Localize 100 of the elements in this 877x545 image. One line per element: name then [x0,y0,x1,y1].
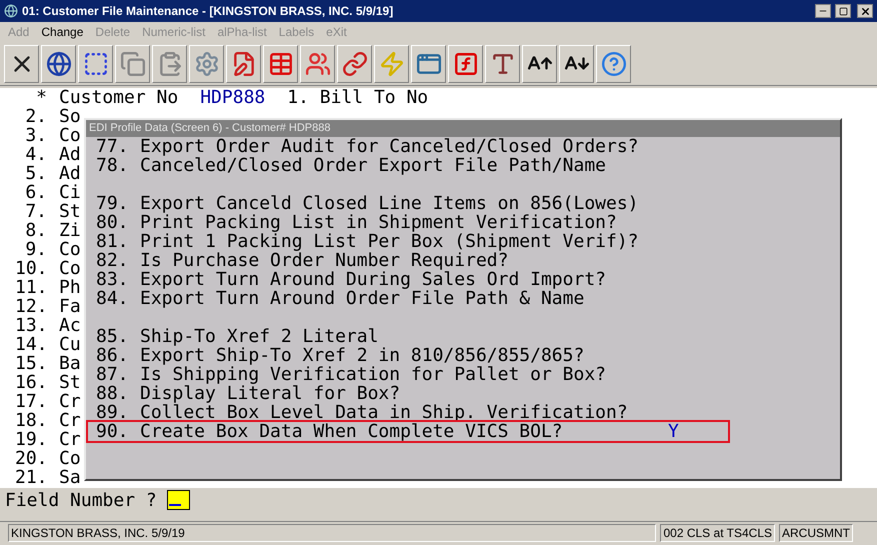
status-panel: ARCUSMNT [779,524,853,542]
toolbar-button[interactable] [559,44,594,82]
field-number: 11. [15,278,48,297]
field-number: 21. [15,468,48,487]
field-label: Ad [59,145,81,164]
field-label: 1. Bill To No [287,88,428,107]
menu-item[interactable]: Change [41,23,84,41]
field-number: 14. [15,335,48,354]
item-label: Export Ship-To Xref 2 in 810/856/855/865? [140,346,586,365]
item-label: Display Literal for Box? [140,384,402,403]
field-number: 16. [15,373,48,392]
toolbar-button[interactable] [4,44,39,82]
dialog-title: EDI Profile Data (Screen 6) - Customer# HDP888 [89,121,330,136]
field-label: Ba [59,354,81,373]
field-label: Zi [59,221,81,240]
field-number: 9. [24,240,48,259]
item-number: 79. [96,194,130,213]
item-number: 84. [96,289,130,308]
item-label: Export Order Audit for Canceled/Closed Orders? [140,137,640,156]
item-number: 78. [96,156,130,175]
field-number: 3. [24,126,48,145]
maximize-icon [838,6,848,16]
window-title: 01: Customer File Maintenance - [KINGSTON BRASS, INC. 5/9/19] [22,3,394,20]
item-label: Collect Box Level Data in Ship. Verification? [140,403,629,422]
maximize-button[interactable] [835,4,851,18]
close-button[interactable] [857,4,873,18]
close-icon [860,6,870,16]
field-number: 13. [15,316,48,335]
item-value: Y [668,422,679,441]
field-number-input[interactable] [166,490,190,510]
table-icon [268,50,294,76]
field-number: 7. [24,202,48,221]
item-label: Print 1 Packing List Per Box (Shipment Verif)? [140,232,640,251]
field-label: Cr [59,411,81,430]
item-label: Create Box Data When Complete VICS BOL? [140,422,564,441]
field-label: Cu [59,335,81,354]
field-label: Co [59,126,81,145]
item-label: Is Purchase Order Number Required? [140,251,508,270]
toolbar-button[interactable] [78,44,113,82]
item-number: 87. [96,365,130,384]
prompt-label: Field Number ? [5,488,157,512]
item-label: Ship-To Xref 2 Literal [140,327,380,346]
field-label: Cr [59,392,81,411]
field-number: 5. [24,164,48,183]
dashed-square-icon [82,50,108,76]
item-number: 77. [96,137,130,156]
settings-icon [194,50,220,76]
item-label: Print Packing List in Shipment Verification? [140,213,618,232]
field-label: Co [59,449,81,468]
field-number: 19. [15,430,48,449]
item-number: 88. [96,384,130,403]
field-label: Ph [59,278,81,297]
field-label: Customer No [59,88,178,107]
field-number: 18. [15,411,48,430]
field-number: 12. [15,297,48,316]
field-label: So [59,107,81,126]
field-label: Co [59,240,81,259]
minimize-button[interactable] [815,4,831,18]
toolbar-button[interactable] [41,44,76,82]
field-label: Ad [59,164,81,183]
copy-icon [120,50,146,76]
app-icon [4,4,18,18]
field-value: HDP888 [200,88,266,107]
item-number: 82. [96,251,130,270]
field-number: 15. [15,354,48,373]
item-number: 90. [96,422,130,441]
field-number: 20. [15,449,48,468]
item-number: 89. [96,403,130,422]
field-number: 2. [24,107,48,126]
status-panel: 002 CLS at TS4CLS [660,524,775,542]
field-label: Ci [59,183,81,202]
item-label: Is Shipping Verification for Pallet or Box? [140,365,607,384]
item-label: Export Turn Around During Sales Ord Import? [140,270,607,289]
field-number: 17. [15,392,48,411]
item-number: 83. [96,270,130,289]
field-number: 4. [24,145,48,164]
field-number: 8. [24,221,48,240]
item-number: 80. [96,213,130,232]
link-icon [342,50,368,76]
field-label: Cr [59,430,81,449]
item-number: 85. [96,327,130,346]
field-number: * [35,88,48,107]
globe-icon [46,50,72,76]
function-icon [452,50,478,76]
field-number: 6. [24,183,48,202]
field-label: Sa [59,468,81,487]
item-label: Export Canceld Closed Line Items on 856(Lowes) [140,194,640,213]
item-number: 86. [96,346,130,365]
lightning-icon [378,50,404,76]
help-icon [600,50,626,76]
status-panel: KINGSTON BRASS, INC. 5/9/19 [8,524,656,542]
toolbar-button[interactable] [522,44,557,82]
field-label: St [59,202,81,221]
field-label: Co [59,259,81,278]
item-label: Canceled/Closed Order Export File Path/Name [140,156,607,175]
item-number: 81. [96,232,130,251]
field-label: Fa [59,297,81,316]
field-label: Ac [59,316,81,335]
toolbar-button[interactable] [485,44,520,82]
item-label: Export Turn Around Order File Path & Name [140,289,584,308]
